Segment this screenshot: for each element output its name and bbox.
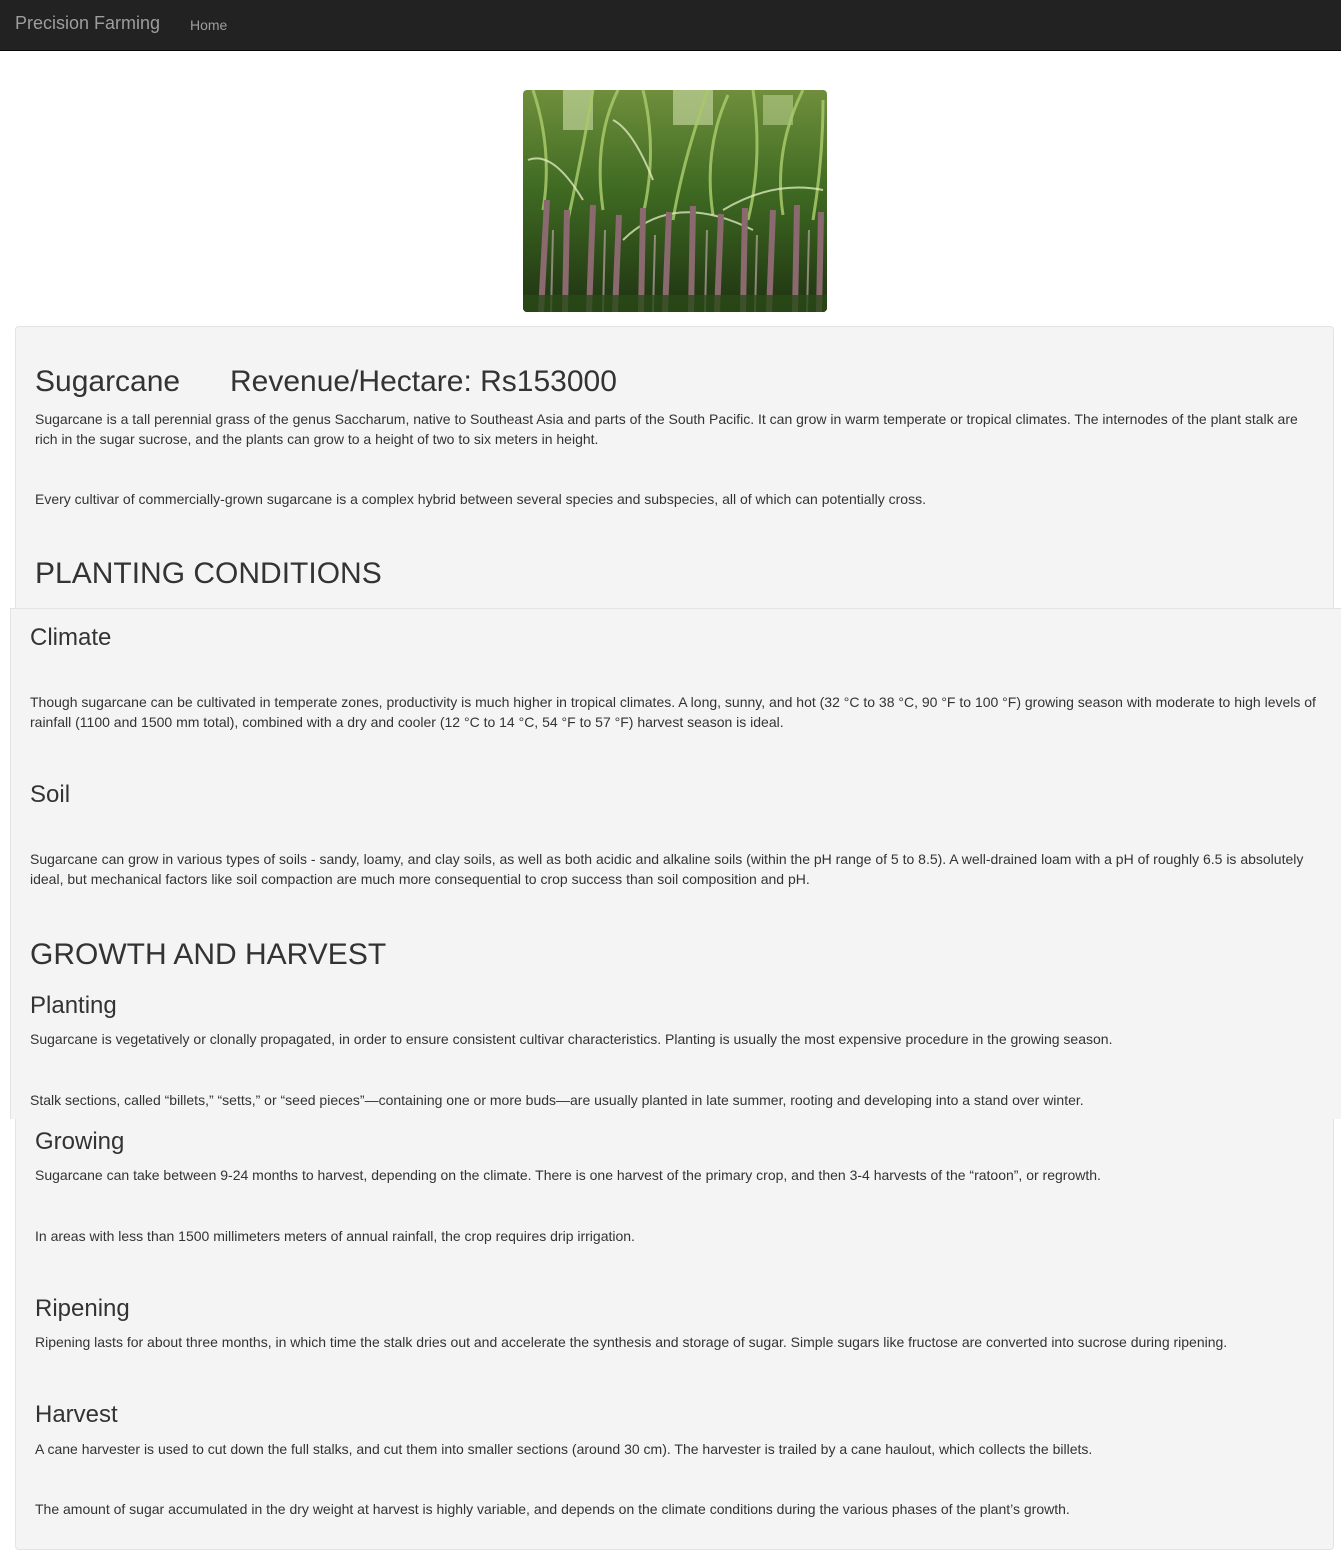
growing-paragraph: Sugarcane can take between 9-24 months t…: [35, 1167, 1101, 1183]
planting-heading: Planting: [30, 992, 117, 1019]
brand-link[interactable]: Precision Farming: [15, 13, 160, 34]
growing-paragraph: In areas with less than 1500 millimeters…: [35, 1228, 635, 1244]
soil-text: Sugarcane can grow in various types of s…: [30, 851, 1304, 887]
planting-conditions-heading: PLANTING CONDITIONS: [35, 557, 382, 590]
climate-text: Though sugarcane can be cultivated in te…: [30, 694, 1316, 730]
soil-heading: Soil: [30, 781, 71, 808]
top-navbar: Precision Farming Home: [0, 0, 1341, 51]
crop-intro-paragraph: Sugarcane is a tall perennial grass of t…: [35, 411, 1298, 447]
crop-name: Sugarcane: [35, 365, 181, 398]
ripening-text: Ripening lasts for about three months, i…: [35, 1334, 1228, 1350]
crop-revenue: Revenue/Hectare: Rs153000: [230, 365, 617, 398]
planting-paragraph: Sugarcane is vegetatively or clonally pr…: [30, 1031, 1113, 1047]
crop-intro-paragraph: Every cultivar of commercially-grown sug…: [35, 491, 926, 507]
nav-link-home[interactable]: Home: [190, 17, 227, 33]
harvest-paragraph: A cane harvester is used to cut down the…: [35, 1441, 1093, 1457]
harvest-heading: Harvest: [35, 1401, 118, 1428]
ripening-heading: Ripening: [35, 1295, 130, 1322]
planting-paragraph: Stalk sections, called “billets,” “setts…: [30, 1092, 1084, 1108]
growth-and-harvest-heading: GROWTH AND HARVEST: [30, 938, 387, 971]
sugarcane-photo: [523, 90, 827, 312]
growing-heading: Growing: [35, 1128, 125, 1155]
harvest-paragraph: The amount of sugar accumulated in the d…: [35, 1501, 1070, 1517]
climate-heading: Climate: [30, 624, 112, 651]
